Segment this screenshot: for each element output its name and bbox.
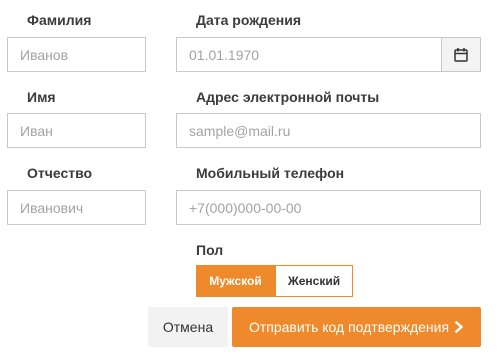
email-input[interactable] bbox=[176, 113, 481, 148]
birth-date-label: Дата рождения bbox=[196, 12, 302, 28]
first-name-input[interactable] bbox=[7, 113, 146, 148]
last-name-input[interactable] bbox=[7, 37, 146, 72]
last-name-label: Фамилия bbox=[27, 12, 92, 28]
cancel-button-label: Отмена bbox=[162, 319, 214, 335]
gender-option-female[interactable]: Женский bbox=[275, 265, 353, 297]
send-confirmation-code-label: Отправить код подтверждения bbox=[248, 319, 450, 335]
gender-label: Пол bbox=[196, 242, 224, 258]
gender-option-male[interactable]: Мужской bbox=[196, 265, 275, 297]
first-name-label: Имя bbox=[27, 89, 56, 105]
gender-toggle-group: Мужской Женский bbox=[196, 265, 353, 297]
phone-label: Мобильный телефон bbox=[196, 165, 345, 181]
cancel-button[interactable]: Отмена bbox=[148, 307, 228, 347]
patronymic-label: Отчество bbox=[27, 165, 93, 181]
calendar-icon bbox=[454, 48, 468, 62]
chevron-right-icon bbox=[454, 321, 464, 333]
email-label: Адрес электронной почты bbox=[196, 89, 380, 105]
calendar-button[interactable] bbox=[441, 37, 481, 72]
send-confirmation-code-button[interactable]: Отправить код подтверждения bbox=[232, 307, 481, 347]
birth-date-input[interactable] bbox=[176, 37, 442, 72]
phone-input[interactable] bbox=[176, 190, 481, 225]
patronymic-input[interactable] bbox=[7, 190, 146, 225]
